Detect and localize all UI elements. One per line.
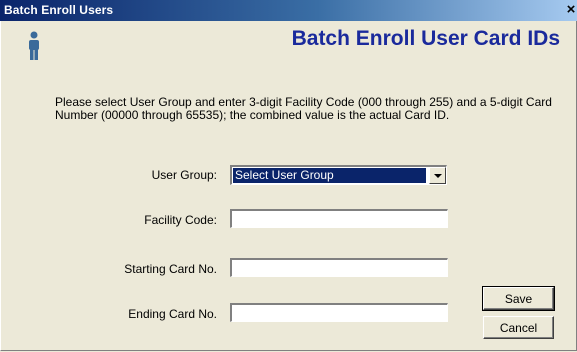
chevron-down-icon[interactable] (429, 167, 446, 184)
ending-card-label: Ending Card No. (128, 307, 217, 321)
facility-code-field[interactable] (230, 209, 448, 228)
ending-card-field[interactable] (230, 303, 448, 322)
user-group-label: User Group: (151, 168, 217, 182)
starting-card-field[interactable] (230, 258, 448, 277)
facility-code-label: Facility Code: (144, 213, 217, 227)
user-group-select[interactable]: Select User Group (230, 165, 447, 185)
starting-card-label: Starting Card No. (124, 262, 217, 276)
cancel-button[interactable]: Cancel (483, 316, 554, 339)
instructions-text: Please select User Group and enter 3-dig… (55, 95, 552, 122)
page-title: Batch Enroll User Card IDs (291, 27, 560, 50)
user-group-selected-value: Select User Group (233, 168, 426, 183)
window-title: Batch Enroll Users (4, 3, 114, 17)
close-icon[interactable]: × (565, 1, 577, 19)
person-icon (29, 31, 39, 60)
save-button[interactable]: Save (482, 286, 555, 311)
title-bar: Batch Enroll Users × (0, 0, 577, 21)
